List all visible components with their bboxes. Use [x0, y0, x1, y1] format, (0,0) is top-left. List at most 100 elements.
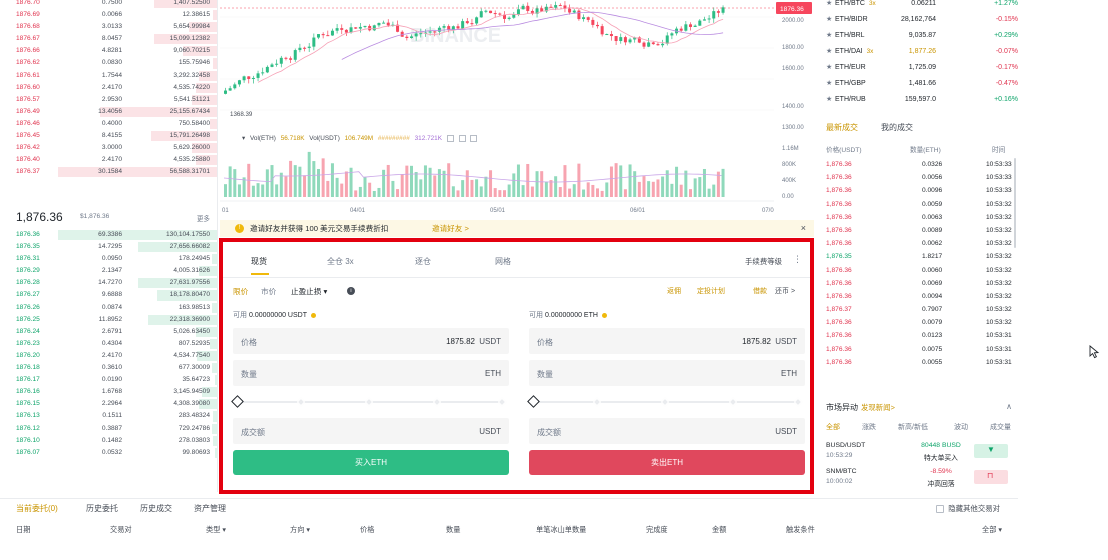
hide-other-pairs[interactable]: 隐藏其他交易对: [936, 503, 1000, 514]
tab-spot[interactable]: 现货: [251, 256, 267, 267]
mover-row[interactable]: SNM/BTC 10:00:02 -8.59% 冲高回落 ⊓: [818, 466, 1018, 492]
announcement-link[interactable]: 邀请好友 >: [432, 220, 469, 237]
star-icon[interactable]: ★: [826, 12, 832, 28]
order-type-market[interactable]: 市价: [261, 286, 276, 297]
info-icon[interactable]: i: [347, 287, 355, 295]
sell-price-input[interactable]: 价格 1875.82 USDT: [529, 328, 805, 354]
order-book-row[interactable]: 1876.70 0.7500 1,407.52500: [0, 0, 217, 9]
buy-percent-slider[interactable]: [231, 390, 509, 412]
tab-movers-change[interactable]: 涨跌: [862, 422, 876, 432]
market-pair-row[interactable]: ★ ETH/DAI 3x 1,877.26 -0.07%: [818, 44, 1018, 60]
mover-row[interactable]: BUSD/USDT 10:53:29 80448 BUSD 特大单买入 ▼: [818, 440, 1018, 466]
order-book-row[interactable]: 1876.68 3.0133 5,654.99984: [0, 21, 217, 33]
order-book-row[interactable]: 1876.28 14.7270 27,631.97556: [0, 277, 217, 289]
fee-level-link[interactable]: 手续费等级: [745, 256, 782, 267]
collapse-icon[interactable]: ∧: [1006, 402, 1012, 411]
order-book-row[interactable]: 1876.23 0.4304 807.52935: [0, 338, 217, 350]
order-book-row[interactable]: 1876.31 0.0950 178.24945: [0, 253, 217, 265]
tab-order-history[interactable]: 历史委托: [86, 503, 118, 514]
order-book-row[interactable]: 1876.49 13.4056 25,155.67434: [0, 106, 217, 118]
candlestick-chart[interactable]: BINANCE 2000.00 1800.00 1600.00 1400.00 1300.…: [220, 0, 814, 218]
order-book-row[interactable]: 1876.67 8.0457 15,099.12382: [0, 33, 217, 45]
market-pair-row[interactable]: ★ ETH/BTC 3x 0.06211 +1.27%: [818, 0, 1018, 12]
order-book-row[interactable]: 1876.13 0.1511 283.48324: [0, 410, 217, 422]
tab-movers-all[interactable]: 全部: [826, 422, 840, 432]
buy-total-input[interactable]: 成交额 USDT: [233, 418, 509, 444]
sell-percent-slider[interactable]: [527, 390, 805, 412]
order-book-row[interactable]: 1876.57 2.9530 5,541.51121: [0, 94, 217, 106]
order-book-row[interactable]: 1876.45 8.4155 15,791.26498: [0, 130, 217, 142]
market-pair-row[interactable]: ★ ETH/EUR 1,725.09 -0.17%: [818, 60, 1018, 76]
scrollbar[interactable]: [1014, 158, 1016, 248]
auto-invest-link[interactable]: 定投计划: [697, 286, 725, 296]
order-book-row[interactable]: 1876.42 3.0000 5,629.26000: [0, 142, 217, 154]
order-book-row[interactable]: 1876.17 0.0190 35.64723: [0, 374, 217, 386]
tab-latest-trades[interactable]: 最新成交: [826, 122, 858, 133]
tab-movers-volatility[interactable]: 波动: [954, 422, 968, 432]
sell-price-value[interactable]: 1875.82: [742, 337, 771, 346]
star-icon[interactable]: ★: [826, 76, 832, 92]
buy-price-value[interactable]: 1875.82: [446, 337, 475, 346]
tab-movers-new-high-low[interactable]: 新高/新低: [898, 422, 928, 432]
orders-column-header[interactable]: 方向 ▾: [290, 525, 310, 535]
order-book-row[interactable]: 1876.24 2.6791 5,026.63450: [0, 326, 217, 338]
transfer-icon[interactable]: [310, 312, 316, 318]
order-book-row[interactable]: 1876.36 69.3386 130,104.17550: [0, 229, 217, 241]
transfer-icon[interactable]: [601, 312, 607, 318]
order-book-row[interactable]: 1876.12 0.3887 729.24786: [0, 423, 217, 435]
more-icon[interactable]: ⋮: [793, 254, 802, 265]
buy-amount-input[interactable]: 数量 ETH: [233, 360, 509, 386]
star-icon[interactable]: ★: [826, 44, 832, 60]
order-book-row[interactable]: 1876.10 0.1482 278.03803: [0, 435, 217, 447]
order-book-row[interactable]: 1876.61 1.7544 3,292.32458: [0, 70, 217, 82]
star-icon[interactable]: ★: [826, 92, 832, 108]
order-book-row[interactable]: 1876.15 2.2964 4,308.39080: [0, 398, 217, 410]
price-chart[interactable]: BINANCE 2000.00 1800.00 1600.00 1400.00 1300.…: [220, 0, 814, 218]
star-icon[interactable]: ★: [826, 60, 832, 76]
sell-amount-input[interactable]: 数量 ETH: [529, 360, 805, 386]
tab-isolated-margin[interactable]: 逐仓: [415, 256, 431, 267]
indicator-close-icon[interactable]: [470, 134, 478, 142]
rebate-link[interactable]: 返佣: [667, 286, 681, 296]
orders-column-header[interactable]: 类型 ▾: [206, 525, 226, 535]
order-book-row[interactable]: 1876.18 0.3610 677.30009: [0, 362, 217, 374]
buy-button[interactable]: 买入ETH: [233, 450, 509, 475]
order-book-row[interactable]: 1876.25 11.8952 22,318.36900: [0, 314, 217, 326]
indicator-hide-icon[interactable]: [458, 134, 466, 142]
order-book-row[interactable]: 1876.16 1.6768 3,145.94509: [0, 386, 217, 398]
orders-column-header[interactable]: 全部 ▾: [982, 525, 1002, 535]
order-type-stop-limit[interactable]: 止盈止损 ▾: [291, 286, 327, 297]
order-book-row[interactable]: 1876.07 0.0532 99.80693: [0, 447, 217, 459]
order-book-row[interactable]: 1876.29 2.1347 4,005.31626: [0, 265, 217, 277]
sell-button[interactable]: 卖出ETH: [529, 450, 805, 475]
slider-handle[interactable]: [231, 395, 244, 408]
star-icon[interactable]: ★: [826, 0, 832, 12]
order-book-row[interactable]: 1876.37 30.1584 56,588.31701: [0, 166, 217, 178]
tab-my-trades[interactable]: 我的成交: [881, 122, 913, 133]
tab-movers-volume[interactable]: 成交量: [990, 422, 1011, 432]
order-book-row[interactable]: 1876.66 4.8281 9,060.70215: [0, 45, 217, 57]
tab-grid[interactable]: 网格: [495, 256, 511, 267]
tab-trade-history[interactable]: 历史成交: [140, 503, 172, 514]
borrow-link[interactable]: 借款: [753, 286, 767, 296]
repay-link[interactable]: 还币 >: [775, 286, 795, 296]
market-pair-row[interactable]: ★ ETH/BRL 9,035.87 +0.29%: [818, 28, 1018, 44]
order-book-row[interactable]: 1876.69 0.0066 12.38615: [0, 9, 217, 21]
slider-handle[interactable]: [527, 395, 540, 408]
order-book-row[interactable]: 1876.26 0.0874 163.98513: [0, 302, 217, 314]
order-book-row[interactable]: 1876.62 0.0830 155.75946: [0, 57, 217, 69]
tab-cross-margin[interactable]: 全仓 3x: [327, 256, 354, 267]
order-book-row[interactable]: 1876.60 2.4170 4,535.74220: [0, 82, 217, 94]
order-book-row[interactable]: 1876.46 0.4000 750.58400: [0, 118, 217, 130]
order-type-limit[interactable]: 限价: [233, 286, 248, 297]
order-book-row[interactable]: 1876.40 2.4170 4,535.25880: [0, 154, 217, 166]
order-book-row[interactable]: 1876.27 9.6888 18,178.80470: [0, 289, 217, 301]
sell-total-input[interactable]: 成交额 USDT: [529, 418, 805, 444]
discover-news-link[interactable]: 发现新闻>: [861, 403, 895, 412]
market-pair-row[interactable]: ★ ETH/GBP 1,481.66 -0.47%: [818, 76, 1018, 92]
star-icon[interactable]: ★: [826, 28, 832, 44]
order-book-more-link[interactable]: 更多: [197, 213, 210, 223]
market-pair-row[interactable]: ★ ETH/BIDR 28,162,764 -0.15%: [818, 12, 1018, 28]
tab-funds[interactable]: 资产管理: [194, 503, 226, 514]
hide-other-pairs-checkbox[interactable]: [936, 505, 945, 514]
